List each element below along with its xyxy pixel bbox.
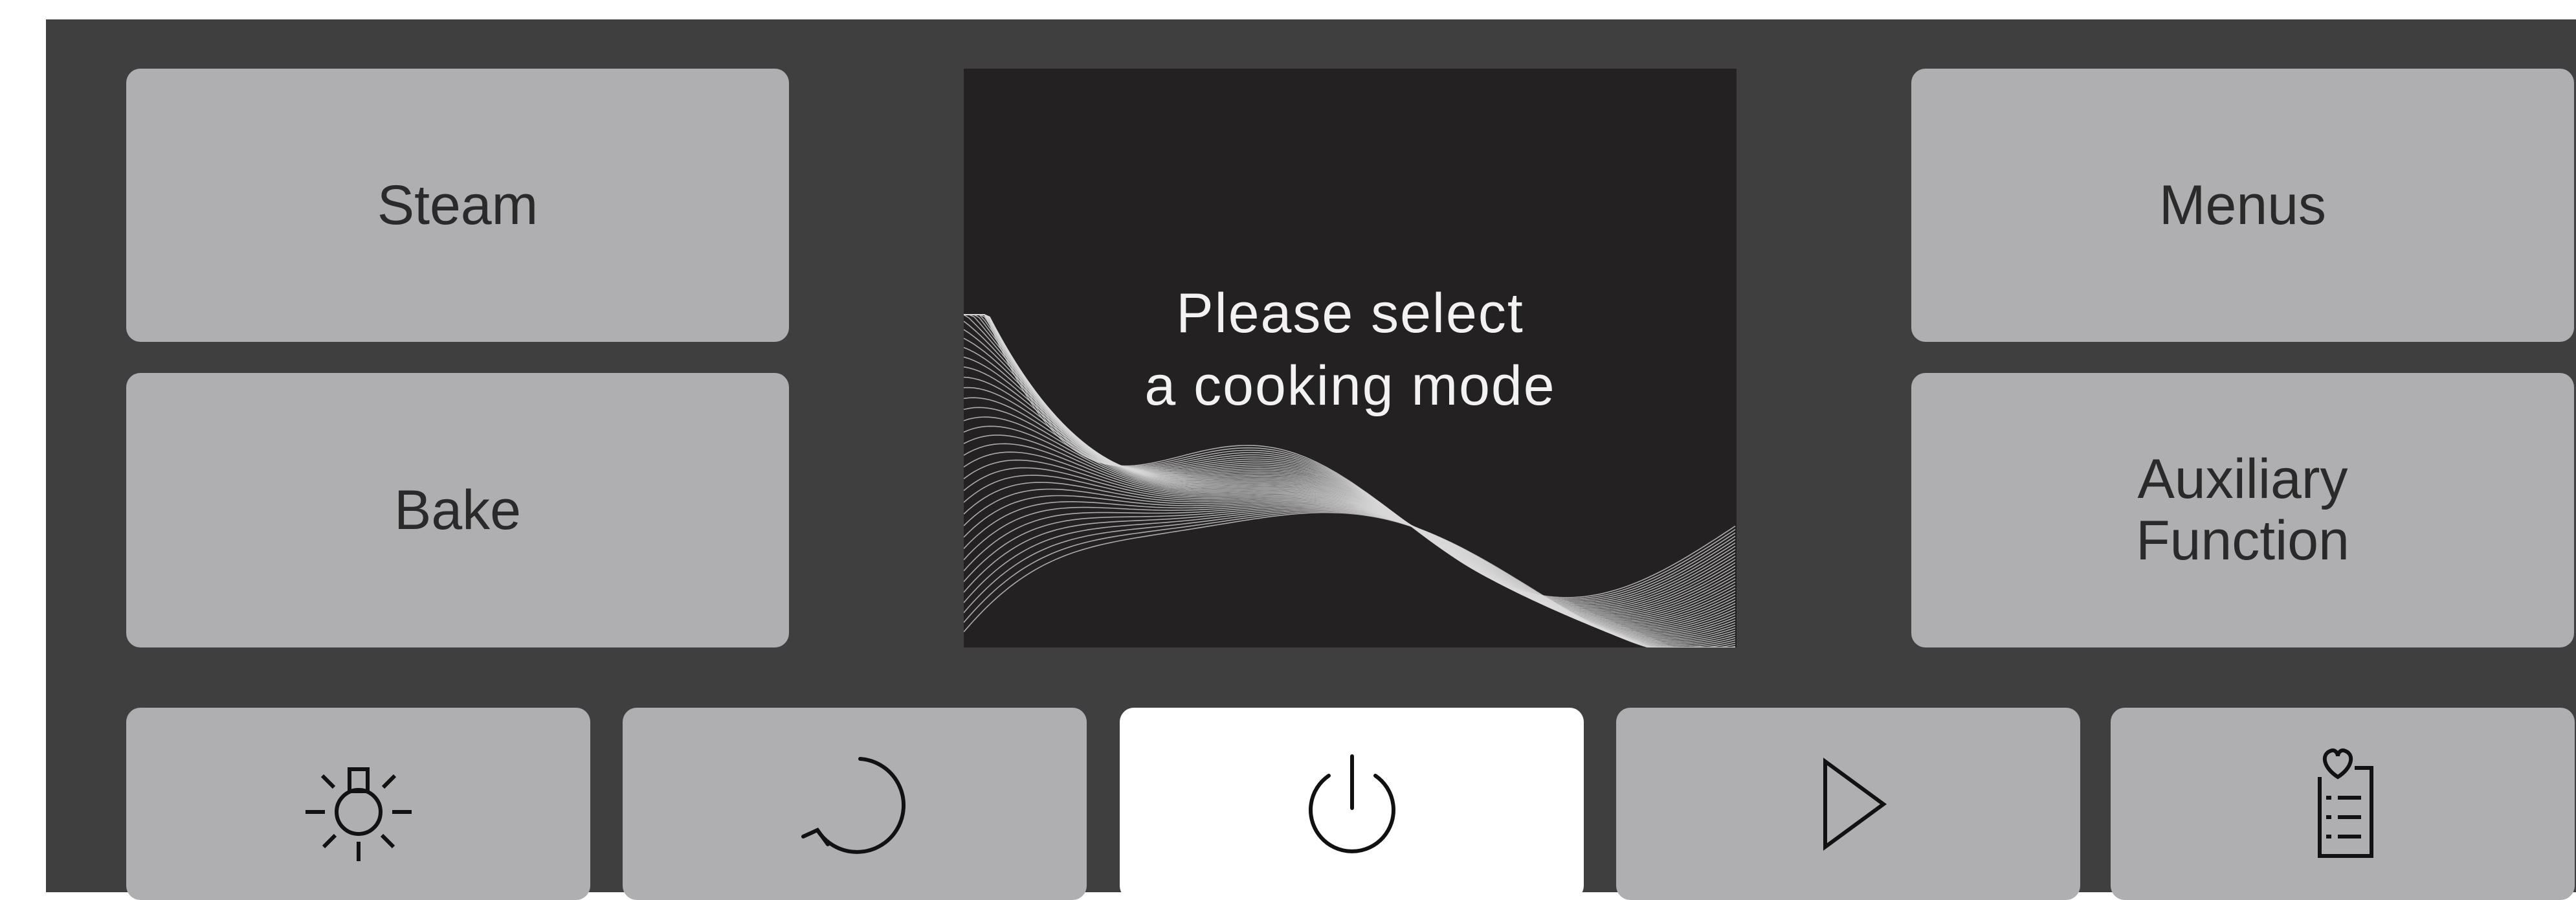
- wave-line: [964, 501, 1736, 647]
- auxiliary-function-label: Auxiliary Function: [2136, 449, 2349, 571]
- light-button[interactable]: [126, 708, 590, 900]
- light-icon: [305, 767, 412, 861]
- power-button[interactable]: [1120, 708, 1584, 900]
- auxiliary-function-button[interactable]: Auxiliary Function: [1911, 373, 2574, 647]
- menus-button[interactable]: Menus: [1911, 69, 2574, 342]
- favorites-list-icon: [2317, 748, 2373, 858]
- power-icon: [1308, 754, 1395, 853]
- rotate-button[interactable]: [623, 708, 1087, 900]
- steam-button[interactable]: Steam: [126, 69, 789, 342]
- start-button[interactable]: [1616, 708, 2080, 900]
- rotate-icon: [801, 756, 905, 854]
- favorites-button[interactable]: [2111, 708, 2575, 900]
- display-message-line1: Please select: [1176, 282, 1524, 344]
- display-screen: Please select a cooking mode: [964, 69, 1737, 647]
- display-message: Please select a cooking mode: [964, 277, 1737, 422]
- auxiliary-label-line2: Function: [2136, 510, 2349, 572]
- steam-label: Steam: [377, 174, 539, 236]
- play-icon: [1823, 757, 1887, 851]
- auxiliary-label-line1: Auxiliary: [2137, 448, 2348, 511]
- display-message-line2: a cooking mode: [1144, 355, 1556, 417]
- control-panel: Steam Bake Please select a cooking mode …: [46, 19, 2576, 900]
- bake-button[interactable]: Bake: [126, 373, 789, 647]
- menus-label: Menus: [2159, 174, 2327, 236]
- bake-label: Bake: [394, 478, 522, 541]
